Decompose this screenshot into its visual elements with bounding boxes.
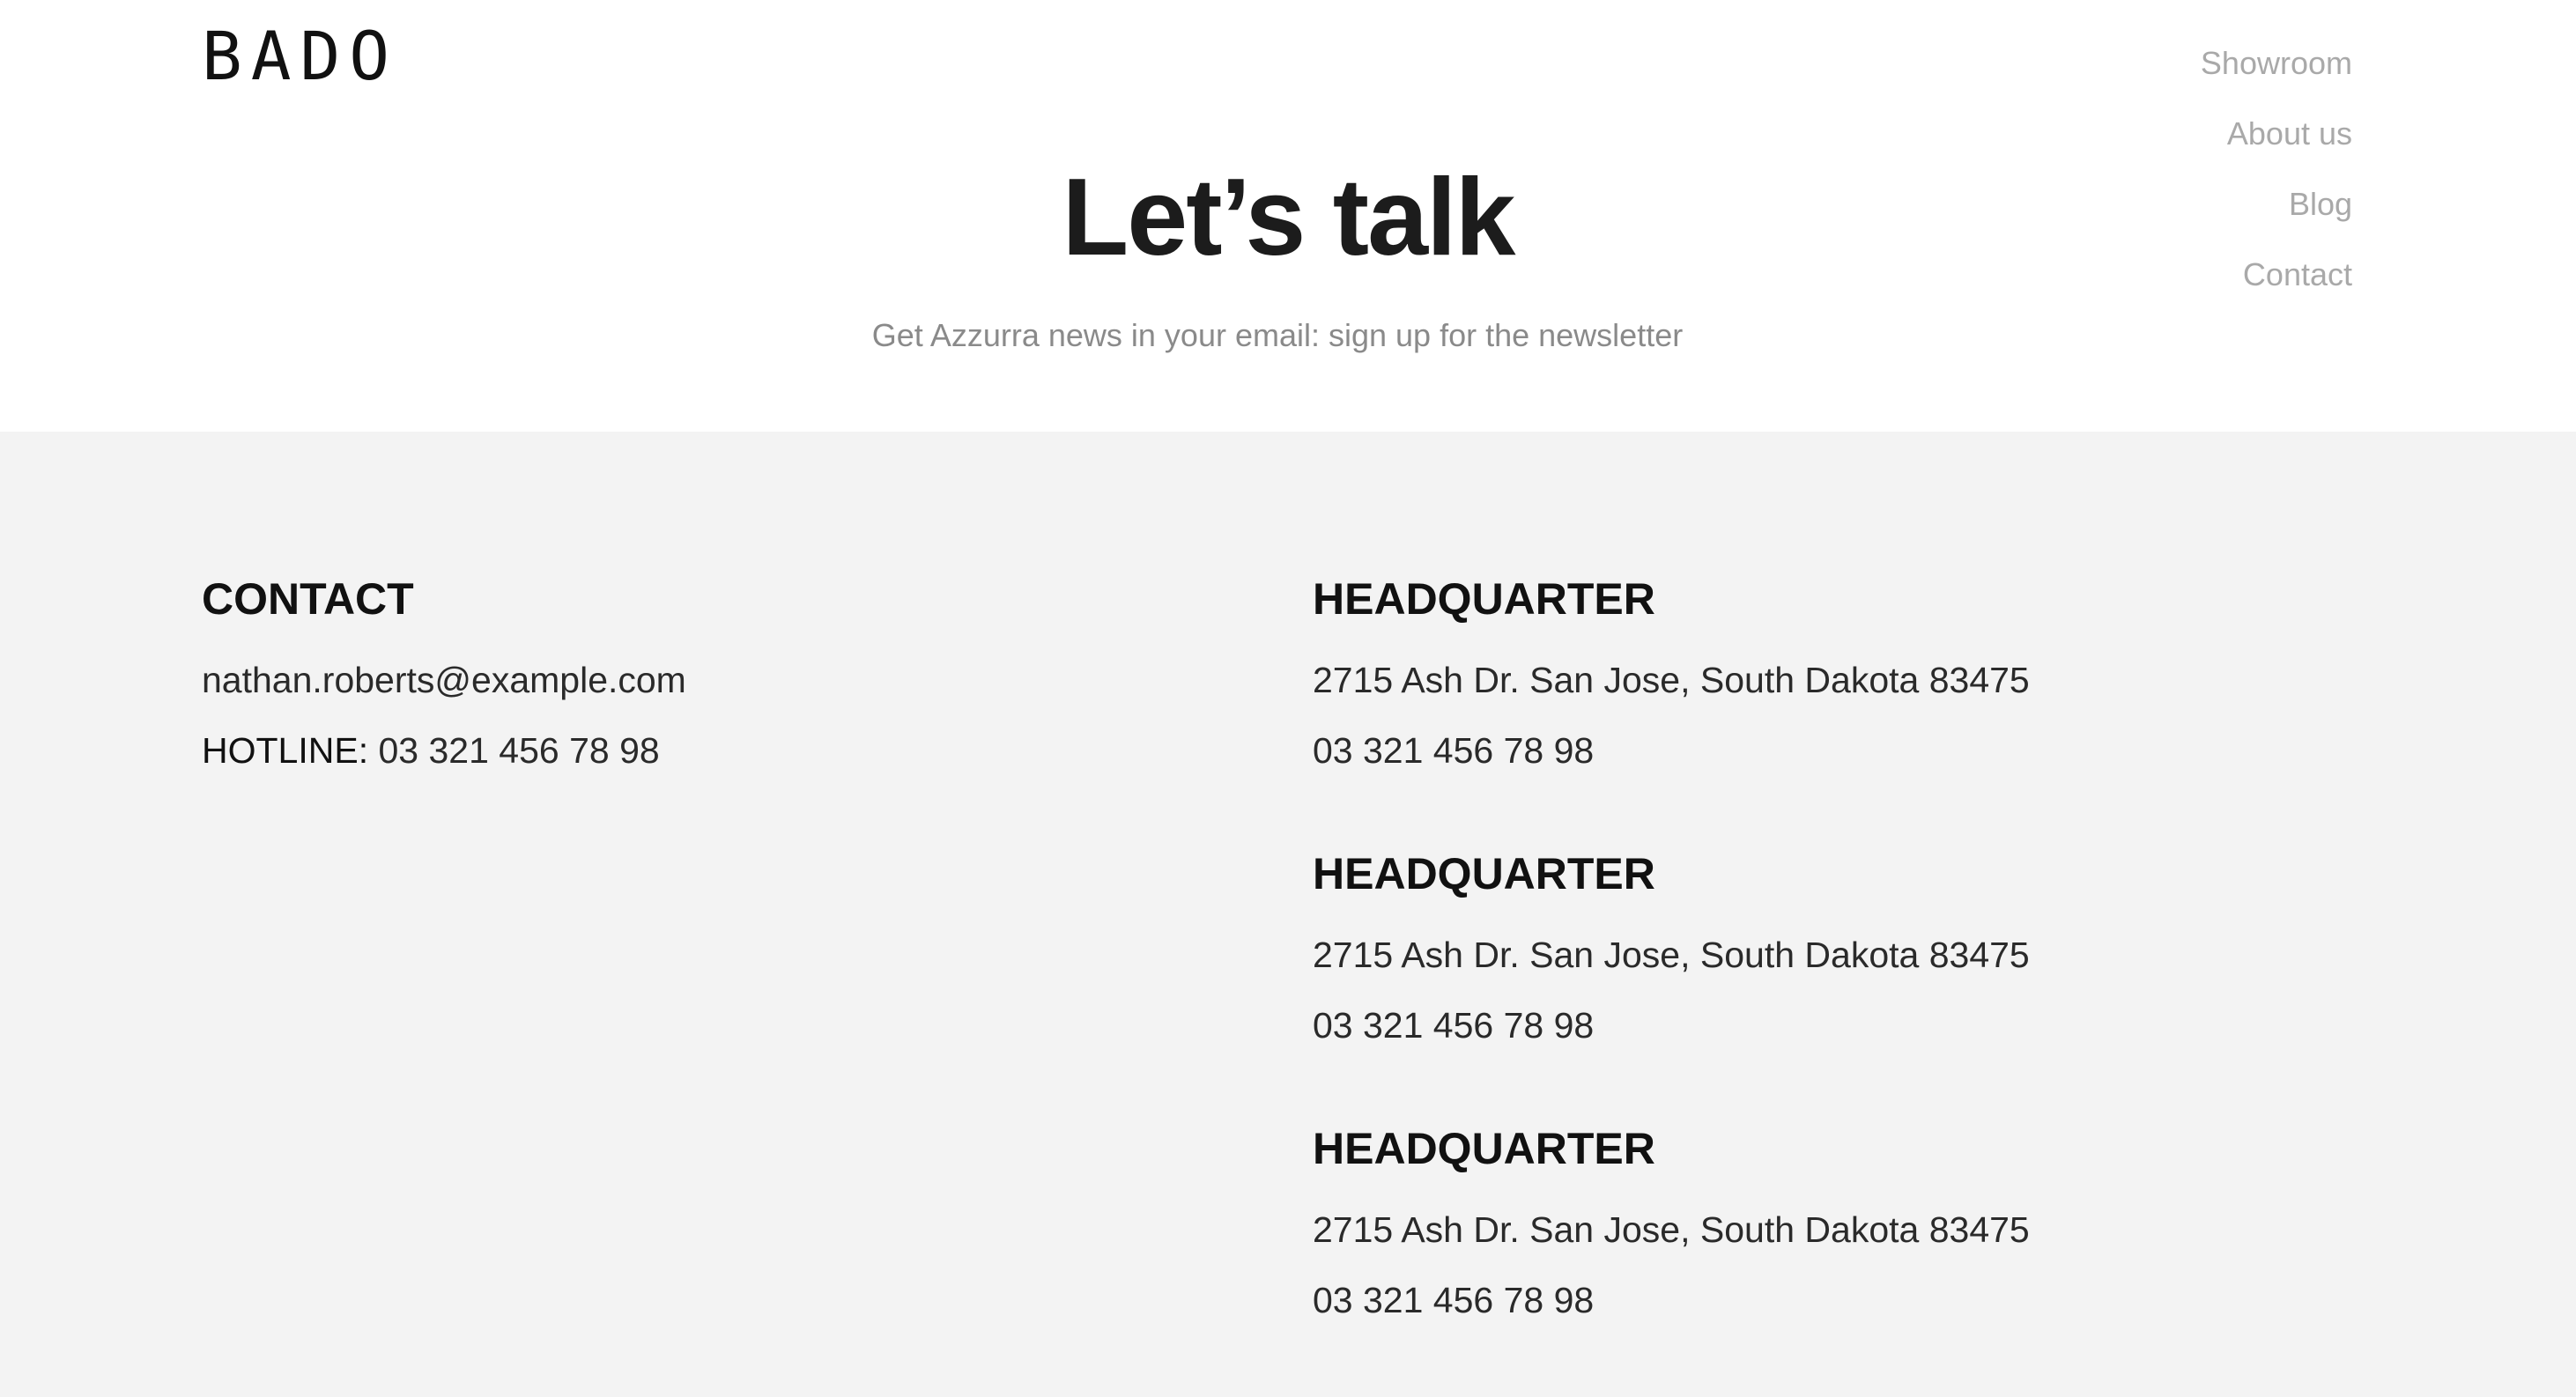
page-title: Let’s talk <box>1062 157 1516 278</box>
headquarter-block: HEADQUARTER 2715 Ash Dr. San Jose, South… <box>1313 573 2370 847</box>
hotline-label: HOTLINE: <box>202 730 369 771</box>
contact-column: CONTACT nathan.roberts@example.com HOTLI… <box>202 573 1171 786</box>
headquarter-heading: HEADQUARTER <box>1313 574 1655 624</box>
contact-email-link[interactable]: nathan.roberts@example.com <box>202 645 1171 715</box>
headquarter-phone[interactable]: 03 321 456 78 98 <box>1313 715 2370 786</box>
contact-heading: CONTACT <box>202 574 414 624</box>
headquarter-heading: HEADQUARTER <box>1313 1124 1655 1173</box>
page-header: BADO Showroom About us Blog Contact Let’… <box>0 0 2576 432</box>
headquarter-address: 2715 Ash Dr. San Jose, South Dakota 8347… <box>1313 935 2030 975</box>
headquarter-heading: HEADQUARTER <box>1313 849 1655 898</box>
headquarters-column: HEADQUARTER 2715 Ash Dr. San Jose, South… <box>1313 573 2370 1397</box>
headquarter-block: HEADQUARTER 2715 Ash Dr. San Jose, South… <box>1313 847 2370 1122</box>
headquarter-phone[interactable]: 03 321 456 78 98 <box>1313 990 2370 1061</box>
contact-section: CONTACT nathan.roberts@example.com HOTLI… <box>0 432 2576 1397</box>
headquarter-block: HEADQUARTER 2715 Ash Dr. San Jose, South… <box>1313 1122 2370 1397</box>
hotline-row: HOTLINE: 03 321 456 78 98 <box>202 715 1171 786</box>
headquarter-phone[interactable]: 03 321 456 78 98 <box>1313 1265 2370 1335</box>
headquarter-address: 2715 Ash Dr. San Jose, South Dakota 8347… <box>1313 660 2030 700</box>
brand-logo[interactable]: BADO <box>202 21 398 92</box>
nav-item-showroom[interactable]: Showroom <box>2201 28 2352 99</box>
hotline-number[interactable]: 03 321 456 78 98 <box>379 730 660 771</box>
headquarter-address: 2715 Ash Dr. San Jose, South Dakota 8347… <box>1313 1209 2030 1250</box>
newsletter-subtitle[interactable]: Get Azzurra news in your email: sign up … <box>0 314 2555 358</box>
